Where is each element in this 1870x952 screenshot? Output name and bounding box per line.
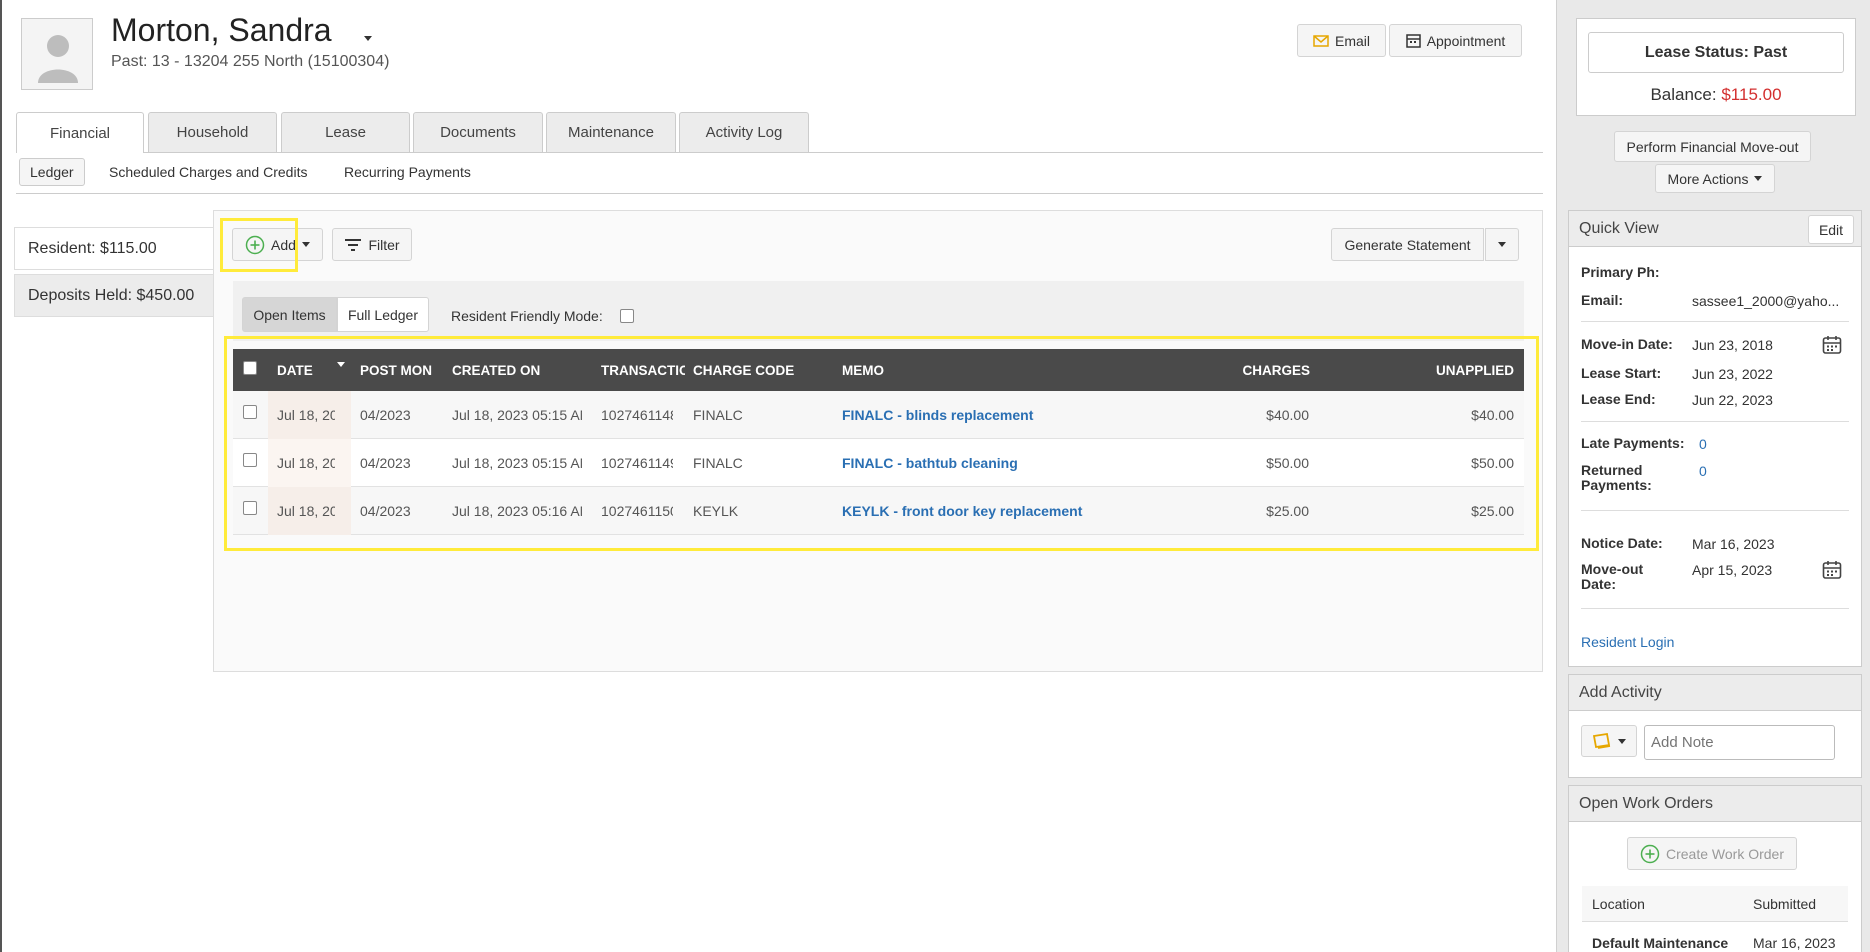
add-activity-header: Add Activity [1569, 675, 1861, 711]
tab-financial[interactable]: Financial [16, 112, 144, 153]
add-note-input[interactable] [1644, 725, 1835, 760]
ledger-table-highlight [224, 336, 1539, 551]
open-items-label: Open Items [253, 306, 326, 323]
balance-value: $115.00 [1721, 85, 1782, 104]
generate-statement-button[interactable]: Generate Statement [1331, 228, 1484, 261]
full-ledger-toggle[interactable]: Full Ledger [337, 297, 429, 332]
chevron-down-icon [1498, 242, 1506, 247]
financial-move-out-button[interactable]: Perform Financial Move-out [1614, 131, 1811, 162]
add-button-highlight [220, 218, 298, 272]
note-icon [1592, 733, 1611, 749]
move-out-date-value: Apr 15, 2023 [1692, 562, 1773, 578]
move-out-date-label-1: Move-out [1581, 561, 1644, 577]
divider [1581, 321, 1849, 322]
work-order-location[interactable]: Default Maintenance [1592, 935, 1728, 951]
subtab-scheduled-charges[interactable]: Scheduled Charges and Credits [109, 158, 307, 186]
col-location: Location [1592, 896, 1645, 912]
email-value[interactable]: sassee1_2000@yaho... [1692, 293, 1839, 309]
name-dropdown-caret[interactable] [364, 28, 372, 44]
plus-circle-icon [1640, 844, 1660, 863]
calendar-icon[interactable] [1822, 335, 1842, 358]
envelope-icon [1313, 34, 1329, 47]
resident-balance-label: Resident: $115.00 [28, 239, 157, 257]
tab-household[interactable]: Household [148, 112, 277, 152]
move-in-date-value: Jun 23, 2018 [1692, 337, 1773, 353]
appointment-button-label: Appointment [1426, 32, 1506, 49]
subtab-recurring-payments[interactable]: Recurring Payments [344, 158, 471, 186]
divider [1581, 608, 1849, 609]
notice-date-label: Notice Date: [1581, 535, 1663, 551]
subtabs-baseline [16, 193, 1543, 194]
activity-type-dropdown[interactable] [1581, 725, 1637, 757]
balance-line: Balance: $115.00 [1576, 85, 1856, 105]
filter-lines-icon [345, 238, 362, 251]
tab-documents[interactable]: Documents [413, 112, 543, 152]
open-items-toggle[interactable]: Open Items [242, 297, 337, 332]
create-work-order-button[interactable]: Create Work Order [1627, 837, 1797, 870]
returned-payments-value[interactable]: 0 [1699, 463, 1707, 479]
col-submitted: Submitted [1753, 896, 1817, 912]
move-out-date-label-2: Date: [1581, 576, 1617, 592]
resident-login-link[interactable]: Resident Login [1581, 634, 1674, 650]
late-payments-label: Late Payments: [1581, 435, 1685, 451]
returned-payments-label-1: Returned [1581, 462, 1643, 478]
notice-date-value: Mar 16, 2023 [1692, 536, 1775, 552]
balance-label: Balance: [1650, 85, 1717, 104]
quick-view-header: Quick View Edit [1569, 211, 1861, 247]
lease-status-box: Lease Status: Past [1588, 32, 1844, 73]
resident-name: Morton, Sandra [111, 12, 332, 48]
tab-lease[interactable]: Lease [281, 112, 410, 152]
move-in-date-label: Move-in Date: [1581, 336, 1673, 352]
generate-statement-label: Generate Statement [1344, 236, 1471, 253]
resident-friendly-label: Resident Friendly Mode: [451, 308, 603, 324]
work-order-submitted: Mar 16, 2023 [1753, 935, 1836, 951]
resident-balance[interactable]: Resident: $115.00 [14, 227, 214, 270]
calendar-icon [1405, 34, 1421, 48]
edit-label: Edit [1818, 221, 1844, 238]
lease-start-value: Jun 23, 2022 [1692, 366, 1773, 382]
quick-view-title: Quick View [1579, 219, 1659, 237]
email-button-label: Email [1334, 32, 1370, 49]
appointment-button[interactable]: Appointment [1389, 24, 1522, 57]
calendar-icon[interactable] [1822, 560, 1842, 583]
tabs-baseline [16, 152, 1543, 153]
email-button[interactable]: Email [1297, 24, 1386, 57]
divider [1581, 421, 1849, 422]
deposits-held-label: Deposits Held: $450.00 [28, 286, 195, 304]
chevron-down-icon [1754, 176, 1763, 181]
lease-start-label: Lease Start: [1581, 365, 1662, 381]
more-actions-button[interactable]: More Actions [1655, 164, 1775, 193]
resident-subtitle: Past: 13 - 13204 255 North (15100304) [111, 53, 390, 70]
avatar [21, 18, 93, 90]
statement-dropdown-button[interactable] [1485, 228, 1519, 261]
more-actions-label: More Actions [1667, 170, 1749, 187]
deposits-held[interactable]: Deposits Held: $450.00 [14, 274, 214, 317]
financial-move-out-label: Perform Financial Move-out [1626, 138, 1799, 155]
full-ledger-label: Full Ledger [347, 306, 419, 323]
chevron-down-icon [1618, 738, 1626, 744]
lease-end-label: Lease End: [1581, 391, 1656, 407]
late-payments-value[interactable]: 0 [1699, 436, 1707, 452]
filter-button[interactable]: Filter [332, 228, 412, 261]
add-activity-title: Add Activity [1579, 683, 1662, 701]
primary-phone-label: Primary Ph: [1581, 264, 1660, 280]
quick-view-edit-button[interactable]: Edit [1808, 215, 1854, 244]
chevron-down-icon [301, 242, 310, 247]
divider [1581, 510, 1849, 511]
returned-payments-label-2: Payments: [1581, 477, 1652, 493]
window-edge [0, 0, 2, 952]
lease-end-value: Jun 22, 2023 [1692, 392, 1773, 408]
create-work-order-label: Create Work Order [1666, 845, 1784, 862]
lease-status: Lease Status: Past [1644, 43, 1788, 61]
subtab-ledger[interactable]: Ledger [19, 158, 85, 186]
work-orders-header: Open Work Orders [1569, 786, 1861, 822]
resident-friendly-checkbox[interactable] [620, 309, 634, 323]
tab-activity-log[interactable]: Activity Log [679, 112, 809, 152]
email-label: Email: [1581, 292, 1624, 308]
work-orders-title: Open Work Orders [1579, 794, 1713, 812]
tab-maintenance[interactable]: Maintenance [546, 112, 676, 152]
filter-button-label: Filter [368, 236, 400, 253]
